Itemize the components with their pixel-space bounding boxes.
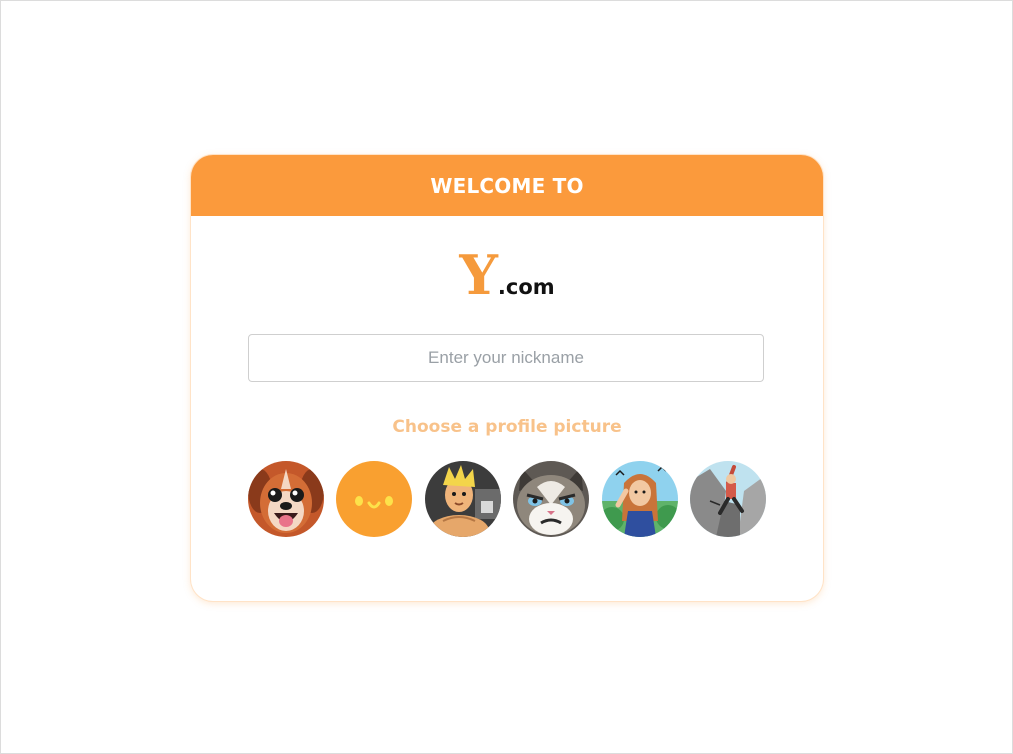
climber-avatar[interactable] — [690, 461, 766, 537]
avatar-picker — [248, 461, 766, 537]
muscle-man-avatar[interactable] — [425, 461, 501, 537]
woman-nature-avatar[interactable] — [602, 461, 678, 537]
site-logo: Y.com — [191, 248, 823, 308]
welcome-title: WELCOME TO — [430, 173, 584, 198]
grumpy-cat-avatar[interactable] — [513, 461, 589, 537]
welcome-card: WELCOME TO Y.com Choose a profile pictur… — [191, 155, 823, 601]
dog-avatar[interactable] — [248, 461, 324, 537]
profile-picture-label: Choose a profile picture — [392, 417, 622, 437]
logo-letter: Y — [459, 243, 498, 307]
nickname-input[interactable] — [248, 334, 764, 382]
card-header: WELCOME TO — [191, 155, 823, 216]
logo-suffix: .com — [497, 275, 555, 299]
browser-viewport: WELCOME TO Y.com Choose a profile pictur… — [0, 0, 1013, 754]
orange-smiley-avatar[interactable] — [336, 461, 412, 537]
